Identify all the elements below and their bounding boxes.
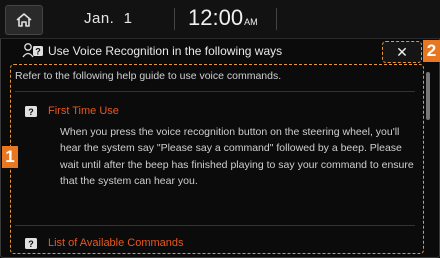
scrollbar-thumb[interactable]: [426, 72, 430, 120]
title-bar: ? Use Voice Recognition in the following…: [0, 39, 440, 63]
svg-text:?: ?: [28, 107, 34, 117]
status-separator: [276, 8, 277, 30]
section-available-commands[interactable]: ? List of Available Commands: [25, 237, 184, 249]
voice-help-icon: ?: [22, 43, 43, 58]
section-first-time-use[interactable]: ? First Time Use: [25, 105, 119, 117]
section-body: When you press the voice recognition but…: [60, 126, 414, 188]
home-button[interactable]: [5, 5, 43, 35]
svg-text:?: ?: [28, 239, 34, 249]
divider: [15, 225, 415, 226]
divider: [15, 91, 415, 92]
help-icon: ?: [25, 237, 37, 249]
intro-text: Refer to the following help guide to use…: [15, 70, 282, 82]
clock-ampm: AM: [244, 17, 258, 27]
status-separator: [174, 8, 175, 30]
clock-display: 12:00AM: [188, 5, 258, 31]
close-icon: ✕: [396, 43, 408, 60]
callout-badge-2: 2: [423, 40, 440, 62]
close-button[interactable]: ✕: [382, 41, 422, 63]
help-icon: ?: [25, 105, 37, 117]
svg-text:?: ?: [35, 47, 41, 57]
section-title: First Time Use: [48, 105, 119, 117]
date-display: Jan. 1: [84, 10, 133, 27]
home-icon: [16, 13, 32, 27]
clock-time: 12:00: [188, 5, 244, 30]
page-title: Use Voice Recognition in the following w…: [48, 44, 283, 58]
callout-badge-1: 1: [2, 146, 18, 168]
status-bar: Jan. 1 12:00AM: [0, 0, 440, 39]
section-title: List of Available Commands: [48, 237, 184, 249]
help-content-panel: Refer to the following help guide to use…: [10, 64, 424, 254]
